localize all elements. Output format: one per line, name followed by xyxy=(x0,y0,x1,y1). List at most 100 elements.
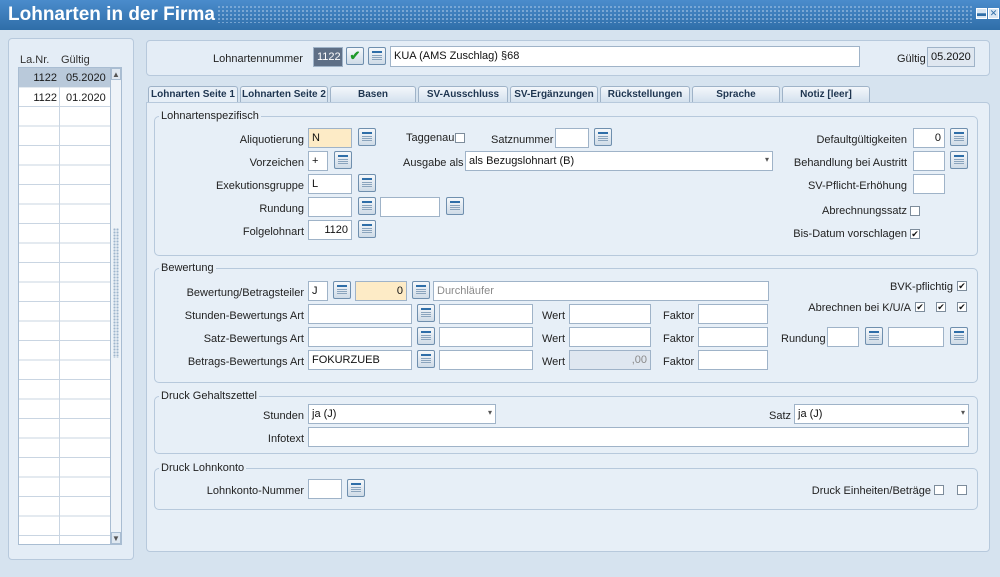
lohnkonto-nummer-lookup-icon[interactable] xyxy=(347,479,365,497)
tab-lohnarten-seite-2[interactable]: Lohnarten Seite 2 xyxy=(240,86,328,102)
druck-einheiten-checkbox[interactable] xyxy=(934,485,944,495)
aliquotierung-lookup-icon[interactable] xyxy=(358,128,376,146)
bewertung-rundung-desc-lookup-icon[interactable] xyxy=(950,327,968,345)
sv-pflicht-label: SV-Pflicht-Erhöhung xyxy=(807,180,907,192)
confirm-check-icon[interactable]: ✔ xyxy=(346,47,364,65)
defaultgueltigkeiten-input[interactable]: 0 xyxy=(913,128,945,148)
abrechnungssatz-checkbox[interactable] xyxy=(910,206,920,216)
abrechnen-a-checkbox[interactable]: ✔ xyxy=(957,302,967,312)
sv-pflicht-input[interactable] xyxy=(913,174,945,194)
tab-notiz[interactable]: Notiz [leer] xyxy=(782,86,870,102)
satznummer-input[interactable] xyxy=(555,128,589,148)
bis-datum-checkbox[interactable]: ✔ xyxy=(910,229,920,239)
satz-bewertung-desc-input[interactable] xyxy=(439,327,533,347)
betrag-bewertung-lookup-icon[interactable] xyxy=(417,350,435,368)
betragsteiler-input[interactable]: J xyxy=(308,281,328,301)
stunden-bewertung-lookup-icon[interactable] xyxy=(417,304,435,322)
betrag-wert-field: ,00 xyxy=(569,350,651,370)
tab-sv-ausschluss[interactable]: SV-Ausschluss xyxy=(418,86,508,102)
scroll-thumb[interactable] xyxy=(113,228,119,358)
chevron-down-icon: ▾ xyxy=(487,408,492,417)
lohnart-lookup-icon[interactable] xyxy=(368,47,386,65)
satz-bewertung-input[interactable] xyxy=(308,327,412,347)
betrag-wert-label: Wert xyxy=(542,356,566,368)
folgelohnart-lookup-icon[interactable] xyxy=(358,220,376,238)
stunden-bewertung-input[interactable] xyxy=(308,304,412,324)
list-item-date: 05.2020 xyxy=(66,72,106,84)
list-scrollbar[interactable]: ▲ ▼ xyxy=(111,67,122,545)
austritt-input[interactable] xyxy=(913,151,945,171)
satz-faktor-input[interactable] xyxy=(698,327,768,347)
vorzeichen-input[interactable]: + xyxy=(308,151,328,171)
druck-stunden-select[interactable]: ja (J) ▾ xyxy=(308,404,496,424)
rundung-input[interactable] xyxy=(308,197,352,217)
betrag-faktor-input[interactable] xyxy=(698,350,768,370)
aliquotierung-label: Aliquotierung xyxy=(239,134,304,146)
stunden-bewertung-desc-input[interactable] xyxy=(439,304,533,324)
betrag-bewertung-desc-input[interactable] xyxy=(439,350,533,370)
vorzeichen-label: Vorzeichen xyxy=(249,157,304,169)
rundung-lookup-icon[interactable] xyxy=(358,197,376,215)
tab-lohnarten-seite-1[interactable]: Lohnarten Seite 1 xyxy=(148,86,238,103)
druck-stunden-label: Stunden xyxy=(263,410,304,422)
betrag-faktor-label: Faktor xyxy=(663,356,695,368)
minimize-button[interactable]: ▬ xyxy=(976,8,987,19)
lohnkonto-nummer-input[interactable] xyxy=(308,479,342,499)
satz-bewertung-lookup-icon[interactable] xyxy=(417,327,435,345)
stunden-faktor-input[interactable] xyxy=(698,304,768,324)
betragsteiler-number-lookup-icon[interactable] xyxy=(412,281,430,299)
titlebar-pattern xyxy=(217,5,973,23)
betragsteiler-lookup-icon[interactable] xyxy=(333,281,351,299)
chevron-down-icon: ▾ xyxy=(960,408,965,417)
taggenau-checkbox[interactable] xyxy=(455,133,465,143)
tab-rueckstellungen[interactable]: Rückstellungen xyxy=(600,86,690,102)
group-title: Druck Gehaltszettel xyxy=(159,390,259,402)
ausgabe-select[interactable]: als Bezugslohnart (B) ▾ xyxy=(465,151,773,171)
abrechnen-u-checkbox[interactable]: ✔ xyxy=(936,302,946,312)
bvk-pflichtig-checkbox[interactable]: ✔ xyxy=(957,281,967,291)
taggenau-label: Taggenau xyxy=(406,132,455,144)
infotext-label: Infotext xyxy=(267,433,304,445)
defaultgueltigkeiten-lookup-icon[interactable] xyxy=(950,128,968,146)
austritt-lookup-icon[interactable] xyxy=(950,151,968,169)
scroll-down-icon[interactable]: ▼ xyxy=(111,532,121,544)
lohnart-name-input[interactable]: KUA (AMS Zuschlag) §68 xyxy=(390,46,860,67)
druck-satz-select[interactable]: ja (J) ▾ xyxy=(794,404,969,424)
infotext-input[interactable] xyxy=(308,427,969,447)
list-item[interactable]: 1122 05.2020 xyxy=(19,68,110,87)
bewertung-rundung-label: Rundung xyxy=(781,333,826,345)
satz-wert-label: Wert xyxy=(542,333,566,345)
scroll-up-icon[interactable]: ▲ xyxy=(111,68,121,80)
column-header-nr[interactable]: La.Nr. xyxy=(20,54,49,66)
rundung-desc-lookup-icon[interactable] xyxy=(446,197,464,215)
aliquotierung-input[interactable]: N xyxy=(308,128,352,148)
abrechnungssatz-label: Abrechnungssatz xyxy=(822,205,907,217)
bewertung-rundung-lookup-icon[interactable] xyxy=(865,327,883,345)
satz-wert-input[interactable] xyxy=(569,327,651,347)
exekutionsgruppe-lookup-icon[interactable] xyxy=(358,174,376,192)
satznummer-lookup-icon[interactable] xyxy=(594,128,612,146)
betrag-bewertung-label: Betrags-Bewertungs Art xyxy=(187,356,304,368)
list-item[interactable]: 1122 01.2020 xyxy=(19,88,110,107)
betrag-bewertung-input[interactable]: FOKURZUEB xyxy=(308,350,412,370)
column-header-gueltig[interactable]: Gültig xyxy=(61,54,90,66)
close-button[interactable]: ✕ xyxy=(988,8,999,19)
exekutionsgruppe-input[interactable]: L xyxy=(308,174,352,194)
betragsteiler-number-input[interactable]: 0 xyxy=(355,281,407,301)
tab-sv-ergaenzungen[interactable]: SV-Ergänzungen xyxy=(510,86,598,102)
tab-sprache[interactable]: Sprache xyxy=(692,86,780,102)
druck-satz-value: ja (J) xyxy=(798,408,823,420)
folgelohnart-input[interactable]: 1120 xyxy=(308,220,352,240)
bewertung-rundung-input[interactable] xyxy=(827,327,859,347)
rundung-desc-input[interactable] xyxy=(380,197,440,217)
vorzeichen-lookup-icon[interactable] xyxy=(334,151,352,169)
satznummer-label: Satznummer xyxy=(491,134,554,146)
exekutionsgruppe-label: Exekutionsgruppe xyxy=(215,180,304,192)
stunden-wert-input[interactable] xyxy=(569,304,651,324)
druck-betraege-checkbox[interactable] xyxy=(957,485,967,495)
bewertung-rundung-desc-input[interactable] xyxy=(888,327,944,347)
tab-basen[interactable]: Basen xyxy=(330,86,416,102)
window-title: Lohnarten in der Firma xyxy=(8,4,215,25)
lohnartennummer-input[interactable]: 1122 xyxy=(313,47,343,67)
abrechnen-k-checkbox[interactable]: ✔ xyxy=(915,302,925,312)
